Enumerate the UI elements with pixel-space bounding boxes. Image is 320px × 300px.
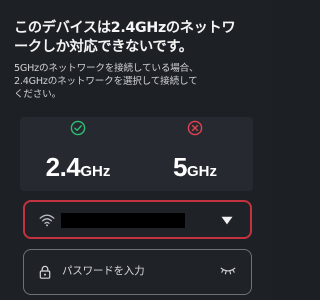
- eye-closed-icon[interactable]: [220, 266, 236, 276]
- band-5ghz-number: 5: [173, 152, 187, 182]
- instruction-text: 5GHzのネットワークを接続している場合、 2.4GHzのネットワークを選択して…: [14, 62, 264, 101]
- band-2-4ghz-number: 2.4: [45, 152, 81, 182]
- password-input[interactable]: パスワードを入力: [23, 249, 252, 295]
- triangle-down-icon: [221, 216, 233, 225]
- band-2-4ghz-label: 2.4GHz: [20, 152, 136, 187]
- page-title-line-2: ークしか対応できないです。: [14, 39, 193, 55]
- password-placeholder: パスワードを入力: [62, 265, 145, 277]
- wifi-icon: [39, 214, 55, 227]
- wifi-network-dropdown[interactable]: [23, 200, 252, 239]
- redacted-network-name: [61, 213, 185, 228]
- band-2-4ghz-unit: GHz: [80, 163, 111, 180]
- band-2-4ghz: 2.4GHz: [20, 117, 136, 191]
- check-circle-icon: [70, 120, 86, 136]
- band-5ghz: 5GHz: [137, 117, 253, 191]
- x-circle-icon: [187, 120, 203, 136]
- lock-icon: [39, 265, 51, 279]
- page-title-line-1: このデバイスは2.4GHzのネットワ: [14, 20, 236, 36]
- band-5ghz-unit: GHz: [186, 163, 217, 180]
- page-title: このデバイスは2.4GHzのネットワ ークしか対応できないです。: [14, 19, 264, 57]
- instruction-line-1: 5GHzのネットワークを接続している場合、: [14, 63, 199, 74]
- instruction-line-2: 2.4GHzのネットワークを選択して接続して: [14, 76, 198, 87]
- band-5ghz-label: 5GHz: [137, 152, 253, 187]
- wifi-setup-screen: このデバイスは2.4GHzのネットワ ークしか対応できないです。 5GHzのネッ…: [0, 0, 273, 300]
- band-compatibility-card: 2.4GHz 5GHz: [20, 117, 253, 191]
- instruction-line-3: ください。: [14, 89, 61, 100]
